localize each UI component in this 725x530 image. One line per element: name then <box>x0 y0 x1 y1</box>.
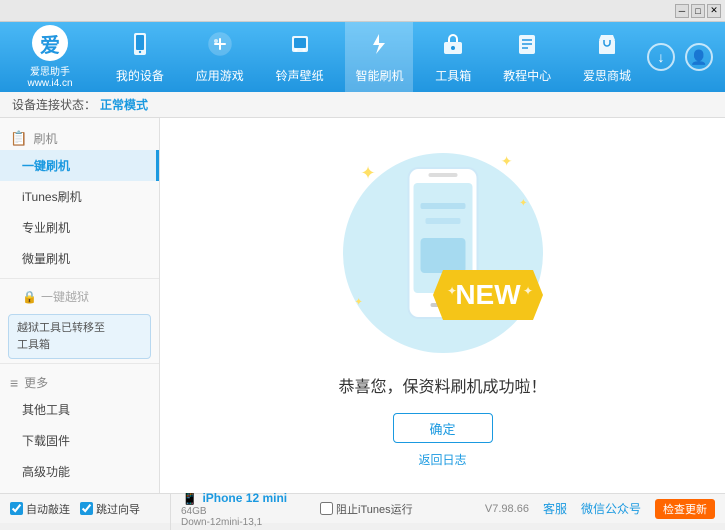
nav-label-toolbox: 工具箱 <box>435 67 471 84</box>
header: 爱 爱思助手 www.i4.cn 我的设备 <box>0 22 725 92</box>
status-bar: 设备连接状态： 正常模式 <box>0 92 725 118</box>
main-layout: 📋 刷机 一键刷机 iTunes刷机 专业刷机 微量刷机 🔒 一键越狱 越狱工具… <box>0 118 725 493</box>
sidebar-item-data-flash[interactable]: 微量刷机 <box>0 243 159 274</box>
nav-label-smart-flash: 智能刷机 <box>355 67 403 84</box>
nav-item-smart-flash[interactable]: 智能刷机 <box>345 22 413 92</box>
my-device-icon <box>127 31 153 63</box>
sidebar-note-box: 越狱工具已转移至工具箱 <box>8 314 151 359</box>
illustration: ✦ ✦ ✦ ✦ <box>333 143 553 363</box>
more-section-icon: ≡ <box>10 375 18 391</box>
sidebar-item-pro-flash[interactable]: 专业刷机 <box>0 212 159 243</box>
sparkle-1: ✦ <box>361 163 376 184</box>
nav-label-apps-games: 应用游戏 <box>196 67 244 84</box>
sidebar-section-flash: 📋 刷机 <box>0 124 159 150</box>
itunes-area: 阻止iTunes运行 <box>310 501 413 517</box>
close-button[interactable]: ✕ <box>707 4 721 18</box>
itunes-checkbox[interactable] <box>320 502 333 515</box>
nav-item-apps-games[interactable]: 应用游戏 <box>186 22 254 92</box>
logo-circle: 爱 <box>32 25 68 61</box>
status-label: 设备连接状态： <box>12 96 96 113</box>
skip-wizard-checkbox[interactable]: 跳过向导 <box>80 501 140 517</box>
sidebar: 📋 刷机 一键刷机 iTunes刷机 专业刷机 微量刷机 🔒 一键越狱 越狱工具… <box>0 118 160 493</box>
nav-item-tutorial[interactable]: 教程中心 <box>493 22 561 92</box>
customer-service-link[interactable]: 客服 <box>543 500 567 517</box>
svg-text:✦: ✦ <box>523 284 533 298</box>
sidebar-item-itunes-flash[interactable]: iTunes刷机 <box>0 181 159 212</box>
return-link[interactable]: 返回日志 <box>418 451 466 468</box>
new-badge: NEW ✦ ✦ <box>433 260 543 333</box>
download-button[interactable]: ↓ <box>647 43 675 71</box>
more-section-label: 更多 <box>24 374 48 391</box>
itunes-label: 阻止iTunes运行 <box>336 501 413 517</box>
minimize-button[interactable]: ─ <box>675 4 689 18</box>
logo-area: 爱 爱思助手 www.i4.cn <box>0 25 100 89</box>
bottom-bar: 自动敲连 跳过向导 📱 iPhone 12 mini 64GB Down-12m… <box>0 493 725 523</box>
confirm-button[interactable]: 确定 <box>393 413 493 443</box>
mall-icon <box>594 31 620 63</box>
content-area: ✦ ✦ ✦ ✦ <box>160 118 725 493</box>
auto-connect-input[interactable] <box>10 502 23 515</box>
nav-item-my-device[interactable]: 我的设备 <box>106 22 174 92</box>
bottom-left: 自动敲连 跳过向导 <box>10 501 170 517</box>
ringtone-icon <box>287 31 313 63</box>
flash-section-label: 刷机 <box>33 130 57 147</box>
sparkle-2: ✦ <box>501 153 513 170</box>
flash-section-icon: 📋 <box>10 130 27 147</box>
nav-label-tutorial: 教程中心 <box>503 67 551 84</box>
apps-games-icon <box>207 31 233 63</box>
title-bar: ─ □ ✕ <box>0 0 725 22</box>
check-update-button[interactable]: 检查更新 <box>655 499 715 519</box>
device-storage: 64GB <box>181 506 300 517</box>
sidebar-locked-jailbreak: 🔒 一键越狱 <box>0 283 159 310</box>
user-button[interactable]: 👤 <box>685 43 713 71</box>
smart-flash-icon <box>366 31 392 63</box>
sidebar-item-advanced[interactable]: 高级功能 <box>0 456 159 487</box>
bottom-right: V7.98.66 客服 微信公众号 检查更新 <box>485 499 715 519</box>
tutorial-icon <box>514 31 540 63</box>
header-right: ↓ 👤 <box>647 43 725 71</box>
status-value: 正常模式 <box>100 96 148 113</box>
sidebar-divider-1 <box>0 278 159 279</box>
sparkle-3: ✦ <box>519 198 527 209</box>
nav-item-mall[interactable]: 爱思商城 <box>573 22 641 92</box>
toolbox-icon <box>440 31 466 63</box>
skip-wizard-input[interactable] <box>80 502 93 515</box>
lock-icon: 🔒 <box>22 290 37 304</box>
nav-item-toolbox[interactable]: 工具箱 <box>425 22 481 92</box>
logo-icon: 爱 <box>40 29 60 58</box>
nav-item-ringtone[interactable]: 铃声壁纸 <box>266 22 334 92</box>
sidebar-more-header: ≡ 更多 <box>0 368 159 394</box>
logo-text: 爱思助手 www.i4.cn <box>27 63 72 89</box>
svg-text:NEW: NEW <box>455 279 521 310</box>
window-controls[interactable]: ─ □ ✕ <box>675 4 721 18</box>
auto-connect-checkbox[interactable]: 自动敲连 <box>10 501 70 517</box>
nav-label-my-device: 我的设备 <box>116 67 164 84</box>
svg-text:✦: ✦ <box>447 284 457 298</box>
wechat-official-link[interactable]: 微信公众号 <box>581 500 641 517</box>
device-info: 📱 iPhone 12 mini 64GB Down-12mini-13,1 <box>170 487 310 530</box>
nav-label-ringtone: 铃声壁纸 <box>276 67 324 84</box>
sidebar-divider-2 <box>0 363 159 364</box>
sidebar-item-other-tools[interactable]: 其他工具 <box>0 394 159 425</box>
restore-button[interactable]: □ <box>691 4 705 18</box>
nav-label-mall: 爱思商城 <box>583 67 631 84</box>
success-text: 恭喜您，保资料刷机成功啦！ <box>338 373 546 397</box>
version-text: V7.98.66 <box>485 503 529 515</box>
sparkle-4: ✦ <box>355 297 363 308</box>
sidebar-item-one-key-flash[interactable]: 一键刷机 <box>0 150 159 181</box>
sidebar-item-download-firmware[interactable]: 下载固件 <box>0 425 159 456</box>
nav-items: 我的设备 应用游戏 铃声壁纸 <box>100 22 647 92</box>
